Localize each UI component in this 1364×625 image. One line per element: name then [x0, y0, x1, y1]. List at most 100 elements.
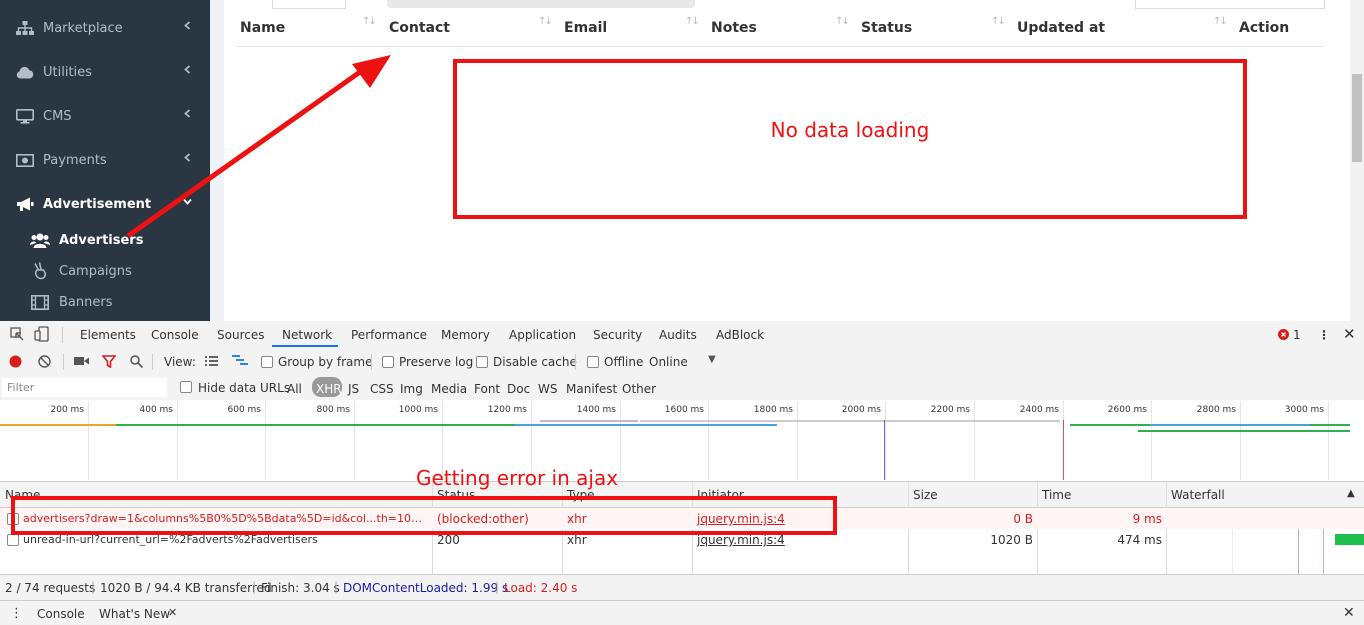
- sidebar-item-payments[interactable]: Payments: [0, 142, 210, 178]
- device-toolbar-icon[interactable]: [34, 326, 50, 342]
- sidebar-subitem-advertisers[interactable]: Advertisers: [0, 226, 210, 254]
- toolbar-divider: [575, 354, 576, 370]
- timeline-gridline: [797, 401, 798, 480]
- column-header-updated-at[interactable]: Updated at: [1017, 20, 1105, 36]
- disable-cache-label: Disable cache: [493, 355, 577, 369]
- filter-icon[interactable]: [102, 355, 116, 368]
- filter-type-all[interactable]: All: [287, 382, 302, 396]
- sidebar-item-cms[interactable]: CMS: [0, 98, 210, 134]
- more-options-icon[interactable]: ⋮: [1318, 328, 1330, 342]
- record-icon[interactable]: [9, 355, 22, 368]
- scrollbar-thumb[interactable]: [1352, 74, 1362, 162]
- drawer-menu-icon[interactable]: ⋮: [10, 606, 23, 621]
- filter-type-manifest[interactable]: Manifest: [566, 382, 617, 396]
- money-icon: [15, 152, 35, 168]
- request-time: 474 ms: [1117, 533, 1162, 547]
- preserve-log-checkbox[interactable]: [382, 356, 394, 368]
- filter-type-css[interactable]: CSS: [370, 382, 394, 396]
- toolbar-divider: [62, 327, 63, 343]
- screenshot-camera-icon[interactable]: [74, 356, 89, 366]
- offline-checkbox[interactable]: [587, 356, 599, 368]
- sidebar-item-label: Marketplace: [43, 20, 123, 36]
- column-header-name[interactable]: Name: [240, 20, 285, 36]
- timeline-bar: [515, 424, 777, 426]
- page-length-select[interactable]: [272, 0, 346, 9]
- overview-waterfall-icon[interactable]: [232, 355, 248, 367]
- sort-icon[interactable]: ↑↓: [538, 16, 553, 27]
- filter-type-font[interactable]: Font: [474, 382, 500, 396]
- tab-elements[interactable]: Elements: [80, 328, 136, 342]
- column-header-contact[interactable]: Contact: [389, 20, 450, 36]
- filter-type-img[interactable]: Img: [400, 382, 423, 396]
- tab-sources[interactable]: Sources: [217, 328, 264, 342]
- close-drawer-icon[interactable]: ✕: [1343, 605, 1355, 621]
- status-separator: |: [495, 580, 500, 594]
- chevron-left-icon: [184, 65, 191, 74]
- error-icon[interactable]: [1278, 329, 1289, 340]
- offline-label: Offline: [604, 355, 644, 369]
- sort-icon[interactable]: ↑↓: [362, 16, 377, 27]
- sort-icon[interactable]: ↑↓: [1213, 16, 1228, 27]
- filter-type-xhr[interactable]: XHR: [316, 382, 342, 396]
- chevron-down-icon[interactable]: ▼: [708, 354, 716, 365]
- column-header-email[interactable]: Email: [564, 20, 607, 36]
- tab-audits[interactable]: Audits: [659, 328, 697, 342]
- waterfall-bar[interactable]: [1335, 534, 1364, 545]
- column-header-notes[interactable]: Notes: [711, 20, 757, 36]
- toolbar-divider: [371, 354, 372, 370]
- tab-network[interactable]: Network: [282, 328, 332, 342]
- sidebar-item-label: Advertisers: [59, 232, 144, 248]
- column-header-waterfall[interactable]: Waterfall: [1171, 488, 1225, 502]
- filter-type-doc[interactable]: Doc: [507, 382, 530, 396]
- drawer-tab-whats-new[interactable]: What's New: [99, 607, 170, 621]
- timeline-tick-label: 3000 ms: [1284, 405, 1324, 415]
- filter-type-js[interactable]: JS: [348, 382, 359, 396]
- sort-icon[interactable]: ↑↓: [835, 16, 850, 27]
- search-icon[interactable]: [130, 355, 143, 368]
- close-devtools-icon[interactable]: ✕: [1343, 325, 1356, 343]
- filter-type-media[interactable]: Media: [431, 382, 467, 396]
- inspect-element-icon[interactable]: [10, 327, 24, 341]
- tab-memory[interactable]: Memory: [441, 328, 490, 342]
- filter-input-box[interactable]: Filter: [2, 378, 167, 397]
- timeline-gridline: [708, 401, 709, 480]
- group-by-frame-checkbox[interactable]: [261, 356, 273, 368]
- filter-type-other[interactable]: Other: [622, 382, 656, 396]
- sidebar-item-utilities[interactable]: Utilities: [0, 54, 210, 90]
- column-header-size[interactable]: Size: [913, 488, 938, 502]
- sort-icon[interactable]: ↑↓: [685, 16, 700, 27]
- request-initiator[interactable]: jquery.min.js:4: [697, 533, 785, 547]
- column-header-action: Action: [1239, 20, 1290, 36]
- group-by-frame-label: Group by frame: [278, 355, 373, 369]
- close-tab-icon[interactable]: ✕: [168, 606, 177, 619]
- column-header-time[interactable]: Time: [1042, 488, 1071, 502]
- tab-security[interactable]: Security: [593, 328, 642, 342]
- clear-icon[interactable]: [38, 355, 51, 368]
- sidebar-item-label: Banners: [59, 294, 113, 310]
- bullhorn-icon: [15, 196, 35, 212]
- search-input[interactable]: [1135, 0, 1325, 9]
- sort-ascending-icon[interactable]: ▲: [1347, 488, 1355, 499]
- sidebar-item-marketplace[interactable]: Marketplace: [0, 10, 210, 46]
- error-count[interactable]: 1: [1293, 328, 1301, 342]
- sidebar-item-advertisement[interactable]: Advertisement: [0, 186, 210, 222]
- tab-adblock[interactable]: AdBlock: [716, 328, 764, 342]
- tab-performance[interactable]: Performance: [351, 328, 427, 342]
- preserve-log-label: Preserve log: [399, 355, 474, 369]
- filter-type-ws[interactable]: WS: [538, 382, 557, 396]
- tab-application[interactable]: Application: [509, 328, 576, 342]
- sidebar-subitem-banners[interactable]: Banners: [0, 288, 210, 316]
- hide-data-urls-checkbox[interactable]: [180, 381, 192, 393]
- disable-cache-checkbox[interactable]: [476, 356, 488, 368]
- toolbar-divider: [152, 354, 153, 370]
- column-header-status[interactable]: Status: [861, 20, 912, 36]
- sort-icon[interactable]: ↑↓: [991, 16, 1006, 27]
- horizontal-scrollbar[interactable]: [387, 0, 695, 8]
- large-rows-icon[interactable]: [205, 356, 218, 366]
- filter-input[interactable]: Filter: [7, 381, 34, 394]
- timeline-bar: [640, 420, 1060, 422]
- tab-console[interactable]: Console: [151, 328, 199, 342]
- drawer-tab-console[interactable]: Console: [37, 607, 85, 621]
- sidebar-subitem-campaigns[interactable]: Campaigns: [0, 257, 210, 285]
- throttling-select[interactable]: Online: [649, 355, 688, 369]
